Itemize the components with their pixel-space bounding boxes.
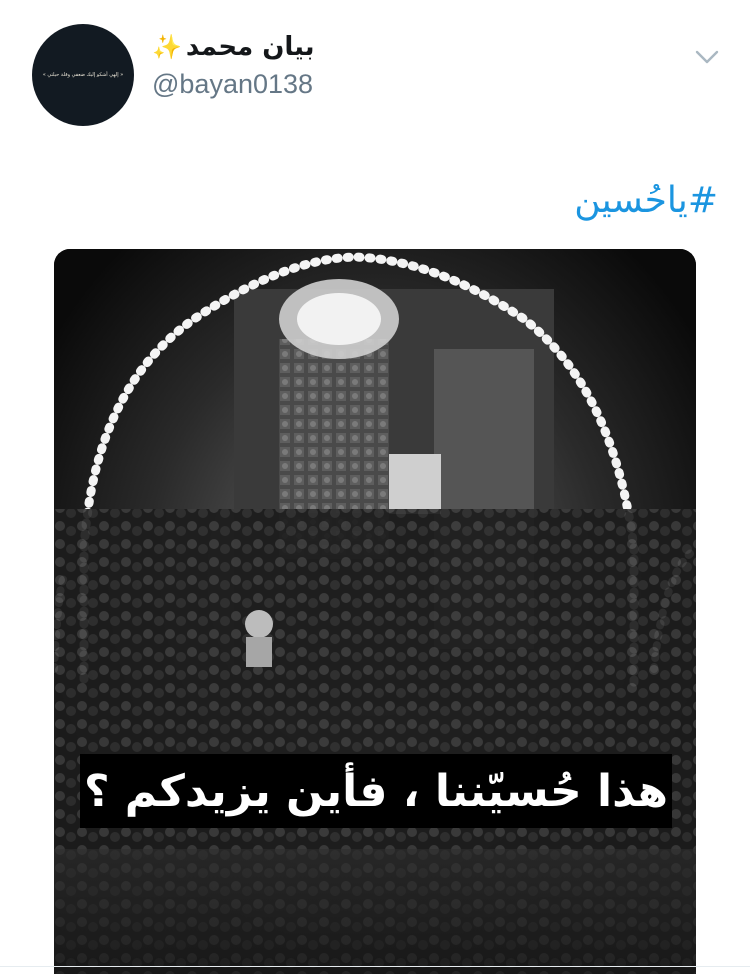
chevron-down-icon[interactable] — [693, 46, 721, 68]
divider — [0, 966, 750, 967]
avatar-text: « إلهي أشكو إليك ضعفي وقلة حيلتي » — [42, 72, 124, 78]
media-caption: هذا حُسيّننا ، فأين يزيدكم ؟ — [83, 765, 669, 817]
tweet-text: #ياحُسين — [574, 176, 718, 226]
media-photo — [54, 249, 696, 974]
tweet-card: « إلهي أشكو إليك ضعفي وقلة حيلتي » ✨ بيا… — [0, 0, 750, 974]
tweet-media[interactable]: هذا حُسيّننا ، فأين يزيدكم ؟ — [54, 249, 696, 974]
display-name-text: بيان محمد — [185, 32, 315, 62]
chandelier — [279, 279, 399, 359]
display-name[interactable]: ✨ بيان محمد — [152, 30, 315, 64]
sparkles-icon: ✨ — [152, 33, 182, 61]
hashtag-link[interactable]: #ياحُسين — [574, 180, 718, 221]
user-handle[interactable]: @bayan0138 — [152, 68, 315, 100]
avatar[interactable]: « إلهي أشكو إليك ضعفي وقلة حيلتي » — [32, 24, 134, 126]
user-block[interactable]: ✨ بيان محمد @bayan0138 — [152, 30, 315, 100]
